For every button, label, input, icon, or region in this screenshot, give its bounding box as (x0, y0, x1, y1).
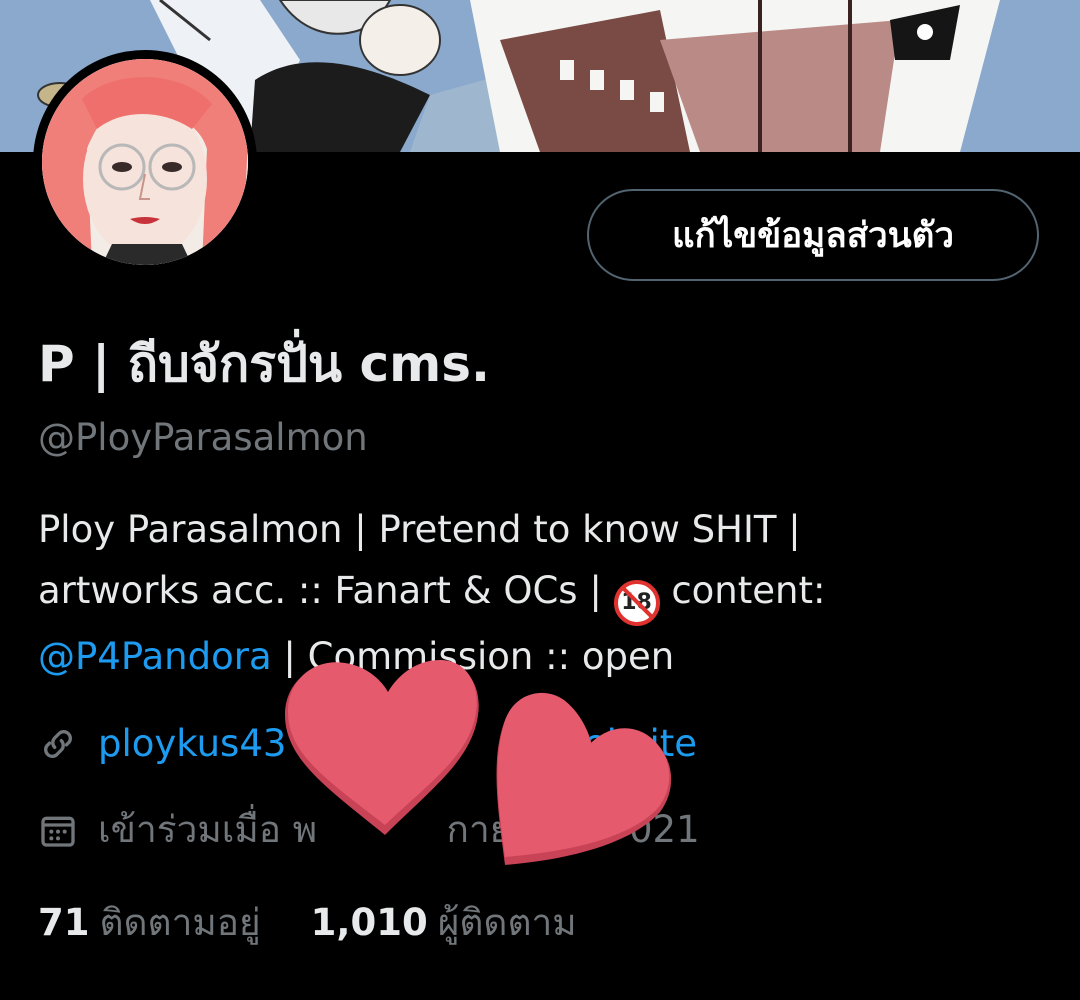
bio-text: content: (671, 569, 826, 612)
follow-stats: 71 ติดตามอยู่ 1,010 ผู้ติดตาม (38, 893, 627, 952)
no-under-18-icon: 18 (613, 580, 660, 626)
bio-line-2: artworks acc. :: Fanart & OCs | 18 conte… (38, 560, 1048, 626)
joined-date-text: เข้าร่วมเมื่อ พ กาย 021 (98, 808, 700, 851)
joined-date-row: เข้าร่วมเมื่อ พ กาย 021 (38, 800, 700, 859)
website-row: ploykus43 .c website (38, 722, 697, 765)
display-name: P | ถีบจักรปั่น cms. (38, 335, 490, 393)
followers-count: 1,010 (310, 901, 428, 944)
username-handle: @PloyParasalmon (38, 416, 368, 459)
website-link[interactable]: ploykus43 .c website (98, 722, 697, 765)
link-icon (44, 729, 72, 758)
profile-bio: Ploy Parasalmon | Pretend to know SHIT |… (38, 499, 1048, 687)
calendar-icon (41, 816, 75, 847)
followers-stat[interactable]: 1,010 ผู้ติดตาม (311, 893, 577, 952)
following-stat[interactable]: 71 ติดตามอยู่ (38, 893, 261, 952)
edit-profile-button[interactable]: แก้ไขข้อมูลส่วนตัว (587, 189, 1039, 281)
following-count: 71 (38, 901, 90, 944)
bio-text: artworks acc. :: Fanart & OCs | (38, 569, 602, 612)
followers-label: ผู้ติดตาม (437, 901, 577, 944)
bio-text: | Commission :: open (271, 635, 675, 678)
following-label: ติดตามอยู่ (99, 901, 261, 944)
mention-link[interactable]: @P4Pandora (38, 635, 272, 678)
bio-line-3: @P4Pandora | Commission :: open (38, 626, 1048, 687)
bio-line-1: Ploy Parasalmon | Pretend to know SHIT | (38, 508, 801, 551)
avatar[interactable] (42, 59, 248, 265)
